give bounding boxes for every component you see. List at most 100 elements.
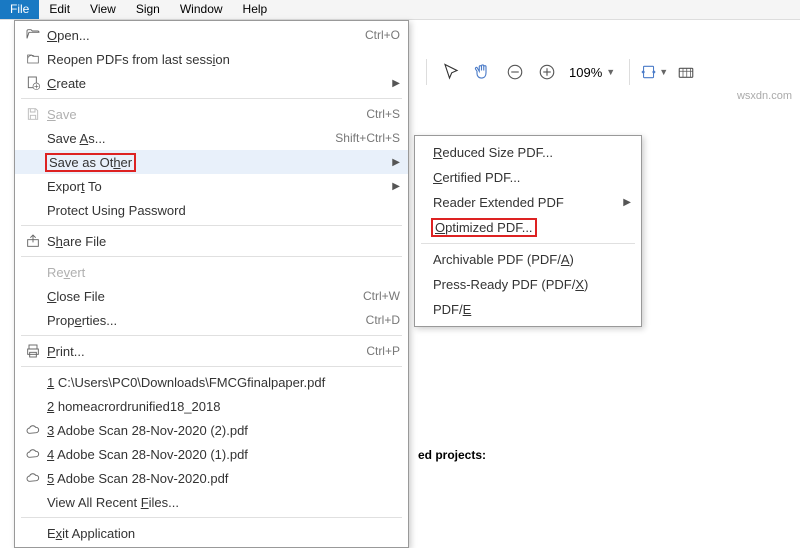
- watermark: wsxdn.com: [737, 90, 792, 102]
- label: Share File: [47, 234, 400, 249]
- menu-share[interactable]: Share File: [15, 229, 408, 253]
- submenu-reduced-size[interactable]: Reduced Size PDF...: [415, 140, 641, 165]
- create-icon: [19, 75, 47, 91]
- label: Press-Ready PDF (PDF/X): [433, 277, 631, 292]
- menu-view-all-recent[interactable]: View All Recent Files...: [15, 490, 408, 514]
- menu-save-as-other[interactable]: Save as Other ▶: [15, 150, 408, 174]
- menubar-view[interactable]: View: [80, 0, 126, 19]
- menu-protect[interactable]: Protect Using Password: [15, 198, 408, 222]
- chevron-down-icon: ▼: [606, 67, 615, 77]
- fit-icon: [640, 63, 657, 81]
- zoom-level[interactable]: 109% ▼: [565, 65, 619, 80]
- submenu-press-ready[interactable]: Press-Ready PDF (PDF/X): [415, 272, 641, 297]
- separator: [21, 517, 402, 518]
- submenu-arrow-icon: ▶: [623, 197, 631, 208]
- separator: [21, 335, 402, 336]
- shortcut: Ctrl+W: [363, 289, 400, 303]
- menu-recent-5[interactable]: 5 Adobe Scan 28-Nov-2020.pdf: [15, 466, 408, 490]
- hand-tool[interactable]: [469, 58, 497, 86]
- cloud-icon: [19, 470, 47, 486]
- separator: [426, 59, 427, 85]
- plus-circle-icon: [538, 63, 556, 81]
- menubar-edit[interactable]: Edit: [39, 0, 80, 19]
- pointer-icon: [442, 63, 460, 81]
- print-icon: [19, 343, 47, 359]
- label: Create: [47, 76, 388, 91]
- fit-width[interactable]: ▼: [640, 58, 668, 86]
- label: 3 Adobe Scan 28-Nov-2020 (2).pdf: [47, 423, 400, 438]
- cloud-icon: [19, 446, 47, 462]
- label: Certified PDF...: [433, 170, 631, 185]
- menu-export-to[interactable]: Export To ▶: [15, 174, 408, 198]
- label: View All Recent Files...: [47, 495, 400, 510]
- separator: [629, 59, 630, 85]
- label: Optimized PDF...: [433, 220, 631, 235]
- zoom-value: 109%: [569, 65, 602, 80]
- reader-icon: [677, 63, 695, 81]
- background-text: ed projects:: [418, 448, 486, 462]
- label: PDF/E: [433, 302, 631, 317]
- label: Reopen PDFs from last session: [47, 52, 400, 67]
- pointer-tool[interactable]: [437, 58, 465, 86]
- menu-create[interactable]: Create ▶: [15, 71, 408, 95]
- submenu-reader-extended[interactable]: Reader Extended PDF ▶: [415, 190, 641, 215]
- menu-open[interactable]: Open... Ctrl+O: [15, 23, 408, 47]
- menu-save-as[interactable]: Save As... Shift+Ctrl+S: [15, 126, 408, 150]
- label: 4 Adobe Scan 28-Nov-2020 (1).pdf: [47, 447, 400, 462]
- submenu-arrow-icon: ▶: [388, 157, 400, 168]
- submenu-pdfe[interactable]: PDF/E: [415, 297, 641, 322]
- label: Save: [47, 107, 366, 122]
- label: Reduced Size PDF...: [433, 145, 631, 160]
- read-mode[interactable]: [672, 58, 700, 86]
- hand-icon: [474, 63, 492, 81]
- label: 5 Adobe Scan 28-Nov-2020.pdf: [47, 471, 400, 486]
- menu-print[interactable]: Print... Ctrl+P: [15, 339, 408, 363]
- menu-recent-2[interactable]: 2 homeacrordrunified18_2018: [15, 394, 408, 418]
- separator: [21, 225, 402, 226]
- shortcut: Ctrl+O: [365, 28, 400, 42]
- menu-recent-4[interactable]: 4 Adobe Scan 28-Nov-2020 (1).pdf: [15, 442, 408, 466]
- submenu-optimized[interactable]: Optimized PDF...: [415, 215, 641, 240]
- zoom-in[interactable]: [533, 58, 561, 86]
- label: Reader Extended PDF: [433, 195, 623, 210]
- menu-save: Save Ctrl+S: [15, 102, 408, 126]
- label: Save as Other: [47, 155, 388, 170]
- submenu-archivable[interactable]: Archivable PDF (PDF/A): [415, 247, 641, 272]
- separator: [421, 243, 635, 244]
- label: 2 homeacrordrunified18_2018: [47, 399, 400, 414]
- menubar-window[interactable]: Window: [170, 0, 233, 19]
- label: Archivable PDF (PDF/A): [433, 252, 631, 267]
- label: Open...: [47, 28, 365, 43]
- menu-reopen[interactable]: Reopen PDFs from last session: [15, 47, 408, 71]
- zoom-out[interactable]: [501, 58, 529, 86]
- menu-recent-3[interactable]: 3 Adobe Scan 28-Nov-2020 (2).pdf: [15, 418, 408, 442]
- menu-close[interactable]: Close File Ctrl+W: [15, 284, 408, 308]
- separator: [21, 98, 402, 99]
- menu-properties[interactable]: Properties... Ctrl+D: [15, 308, 408, 332]
- label: Exit Application: [47, 526, 400, 541]
- menu-revert: Revert: [15, 260, 408, 284]
- menu-exit[interactable]: Exit Application: [15, 521, 408, 545]
- menubar-help[interactable]: Help: [233, 0, 278, 19]
- shortcut: Shift+Ctrl+S: [335, 131, 400, 145]
- submenu-certified[interactable]: Certified PDF...: [415, 165, 641, 190]
- shortcut: Ctrl+D: [366, 313, 400, 327]
- toolbar: 109% ▼ ▼: [420, 52, 700, 92]
- label: Export To: [47, 179, 388, 194]
- separator: [21, 256, 402, 257]
- menubar-file[interactable]: File: [0, 0, 39, 19]
- submenu-arrow-icon: ▶: [388, 181, 400, 192]
- menubar-sign[interactable]: Sign: [126, 0, 170, 19]
- separator: [21, 366, 402, 367]
- label: Properties...: [47, 313, 366, 328]
- reopen-icon: [19, 51, 47, 67]
- label: Close File: [47, 289, 363, 304]
- label: Protect Using Password: [47, 203, 400, 218]
- menu-recent-1[interactable]: 1 C:\Users\PC0\Downloads\FMCGfinalpaper.…: [15, 370, 408, 394]
- label: Revert: [47, 265, 400, 280]
- save-as-other-submenu: Reduced Size PDF... Certified PDF... Rea…: [414, 135, 642, 327]
- save-icon: [19, 106, 47, 122]
- label: Save As...: [47, 131, 335, 146]
- share-icon: [19, 233, 47, 249]
- menubar: File Edit View Sign Window Help: [0, 0, 800, 20]
